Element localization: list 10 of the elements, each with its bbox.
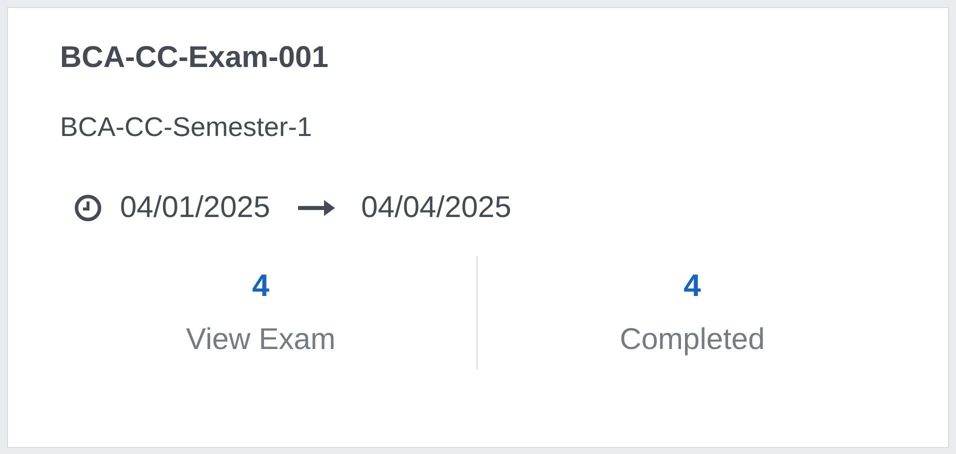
start-date: 04/01/2025 — [120, 191, 270, 225]
end-date: 04/04/2025 — [361, 191, 512, 225]
exam-title: BCA-CC-Exam-001 — [60, 40, 330, 76]
clock-icon — [74, 194, 102, 222]
arrow-icon — [298, 198, 336, 218]
stat-count: 4 — [684, 268, 701, 304]
semester-name: BCA-CC-Semester-1 — [60, 111, 314, 143]
stat-label: Completed — [620, 322, 765, 358]
stat-count: 4 — [252, 268, 270, 304]
stat-label: View Exam — [186, 322, 336, 358]
